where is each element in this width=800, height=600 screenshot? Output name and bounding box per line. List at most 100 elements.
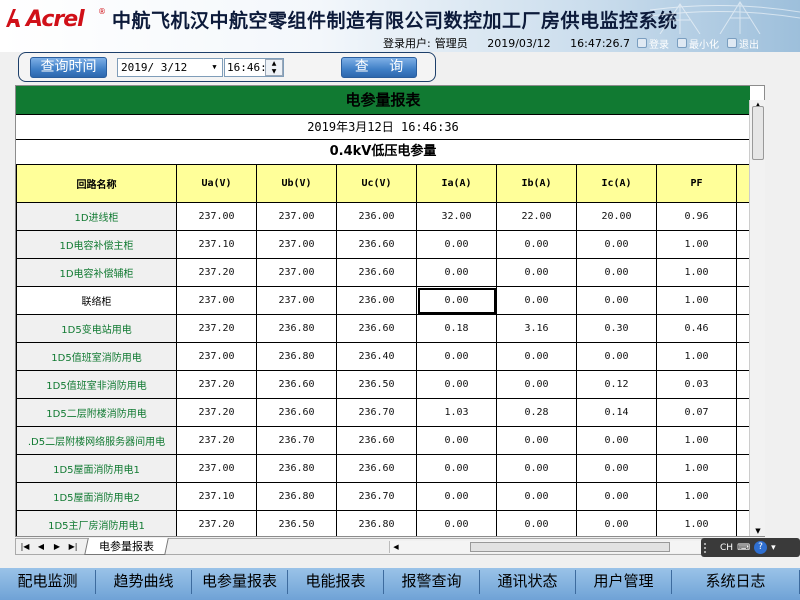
value-cell[interactable]: 237.20 [176,258,257,287]
value-cell[interactable]: 236.40 [336,342,417,371]
value-cell[interactable]: 236.70 [256,426,337,455]
value-cell[interactable]: 20.00 [576,202,657,231]
circuit-name-cell[interactable]: .D5二层附楼网络服务器间用电 [16,426,177,455]
value-cell[interactable]: 0.00 [496,230,577,259]
value-cell[interactable]: 0.00 [416,258,497,287]
value-cell[interactable]: 236.80 [256,454,337,483]
value-cell[interactable]: 0.00 [576,482,657,511]
value-cell[interactable]: 236.60 [336,314,417,343]
value-cell[interactable]: 236.70 [336,482,417,511]
value-cell[interactable]: 1.00 [656,258,737,287]
next-sheet-icon[interactable]: ▶ [50,540,64,553]
value-cell[interactable]: 0.12 [576,370,657,399]
value-cell[interactable]: 1.00 [656,230,737,259]
first-sheet-icon[interactable]: |◀ [18,540,32,553]
value-cell[interactable]: 0.18 [416,314,497,343]
value-cell[interactable]: 236.60 [336,426,417,455]
circuit-name-cell[interactable]: 1D5主厂房消防用电1 [16,510,177,536]
value-cell[interactable]: 0.03 [656,370,737,399]
value-cell[interactable]: 0.00 [416,510,497,536]
value-cell[interactable]: 236.60 [336,454,417,483]
circuit-name-cell[interactable]: 联络柜 [16,286,177,315]
value-cell[interactable]: 0.00 [576,454,657,483]
value-cell[interactable]: 22.00 [496,202,577,231]
scroll-thumb[interactable] [752,106,764,160]
value-cell[interactable]: 1.00 [656,454,737,483]
nav-item[interactable]: 电能报表 [288,570,384,594]
value-cell[interactable]: 0.28 [496,398,577,427]
value-cell[interactable]: 236.70 [336,398,417,427]
value-cell[interactable]: 236.80 [336,510,417,536]
value-cell[interactable]: 0.00 [576,510,657,536]
value-cell[interactable]: 0.00 [496,426,577,455]
value-cell[interactable]: 0.46 [656,314,737,343]
value-cell[interactable]: 0.00 [416,342,497,371]
value-cell[interactable]: 0.96 [656,202,737,231]
vertical-scrollbar[interactable]: ▲ ▼ [749,100,765,536]
circuit-name-cell[interactable]: 1D5屋面消防用电1 [16,454,177,483]
value-cell[interactable]: 237.00 [176,342,257,371]
value-cell[interactable]: 237.20 [176,510,257,536]
value-cell[interactable]: 1.03 [416,398,497,427]
value-cell[interactable]: 0.00 [576,426,657,455]
nav-item[interactable]: 趋势曲线 [96,570,192,594]
value-cell[interactable]: 0.30 [576,314,657,343]
value-cell[interactable]: 0.00 [496,258,577,287]
date-picker[interactable]: 2019/ 3/12 ▼ [117,58,223,77]
exit-button[interactable]: 退出 [727,36,759,51]
nav-item[interactable]: 用户管理 [576,570,672,594]
hscroll-thumb[interactable] [470,542,670,552]
nav-item[interactable]: 配电监测 [0,570,96,594]
value-cell[interactable]: 237.00 [256,286,337,315]
scroll-left-icon[interactable]: ◀ [390,541,402,553]
circuit-name-cell[interactable]: 1D电容补偿主柜 [16,230,177,259]
value-cell[interactable]: 0.00 [496,370,577,399]
value-cell[interactable]: 0.00 [496,454,577,483]
value-cell[interactable]: 237.20 [176,314,257,343]
value-cell[interactable]: 237.00 [176,454,257,483]
value-cell[interactable]: 236.50 [256,510,337,536]
circuit-name-cell[interactable]: 1D5二层附楼消防用电 [16,398,177,427]
value-cell[interactable]: 0.00 [416,454,497,483]
keyboard-icon[interactable]: ⌨ [737,543,750,553]
value-cell[interactable]: 0.00 [496,482,577,511]
circuit-name-cell[interactable]: 1D5变电站用电 [16,314,177,343]
value-cell[interactable]: 237.00 [256,258,337,287]
value-cell[interactable]: 236.80 [256,342,337,371]
value-cell[interactable]: 237.00 [176,202,257,231]
circuit-name-cell[interactable]: 1D5值班室消防用电 [16,342,177,371]
value-cell[interactable]: 236.60 [256,398,337,427]
value-cell[interactable]: 0.14 [576,398,657,427]
value-cell[interactable]: 1.00 [656,426,737,455]
value-cell[interactable]: 236.60 [256,370,337,399]
query-button[interactable]: 查 询 [341,57,417,78]
value-cell[interactable]: 237.10 [176,482,257,511]
value-cell[interactable]: 0.00 [416,286,497,315]
value-cell[interactable]: 0.07 [656,398,737,427]
value-cell[interactable]: 236.50 [336,370,417,399]
value-cell[interactable]: 0.00 [416,426,497,455]
ime-mode[interactable]: CH [720,543,733,553]
value-cell[interactable]: 236.80 [256,314,337,343]
chevron-down-icon[interactable]: ▼ [208,60,221,75]
prev-sheet-icon[interactable]: ◀ [34,540,48,553]
value-cell[interactable]: 0.00 [496,342,577,371]
value-cell[interactable]: 0.00 [576,258,657,287]
value-cell[interactable]: 237.10 [176,230,257,259]
value-cell[interactable]: 237.20 [176,426,257,455]
nav-item[interactable]: 系统日志 [672,570,800,594]
circuit-name-cell[interactable]: 1D电容补偿辅柜 [16,258,177,287]
value-cell[interactable]: 237.20 [176,398,257,427]
value-cell[interactable]: 237.20 [176,370,257,399]
sheet-tab[interactable]: 电参量报表 [84,538,169,555]
value-cell[interactable]: 1.00 [656,482,737,511]
value-cell[interactable]: 0.00 [496,286,577,315]
circuit-name-cell[interactable]: 1D进线柜 [16,202,177,231]
query-time-button[interactable]: 查询时间 [30,57,107,78]
value-cell[interactable]: 1.00 [656,286,737,315]
value-cell[interactable]: 237.00 [256,230,337,259]
value-cell[interactable]: 32.00 [416,202,497,231]
circuit-name-cell[interactable]: 1D5屋面消防用电2 [16,482,177,511]
value-cell[interactable]: 0.00 [576,230,657,259]
last-sheet-icon[interactable]: ▶| [66,540,80,553]
